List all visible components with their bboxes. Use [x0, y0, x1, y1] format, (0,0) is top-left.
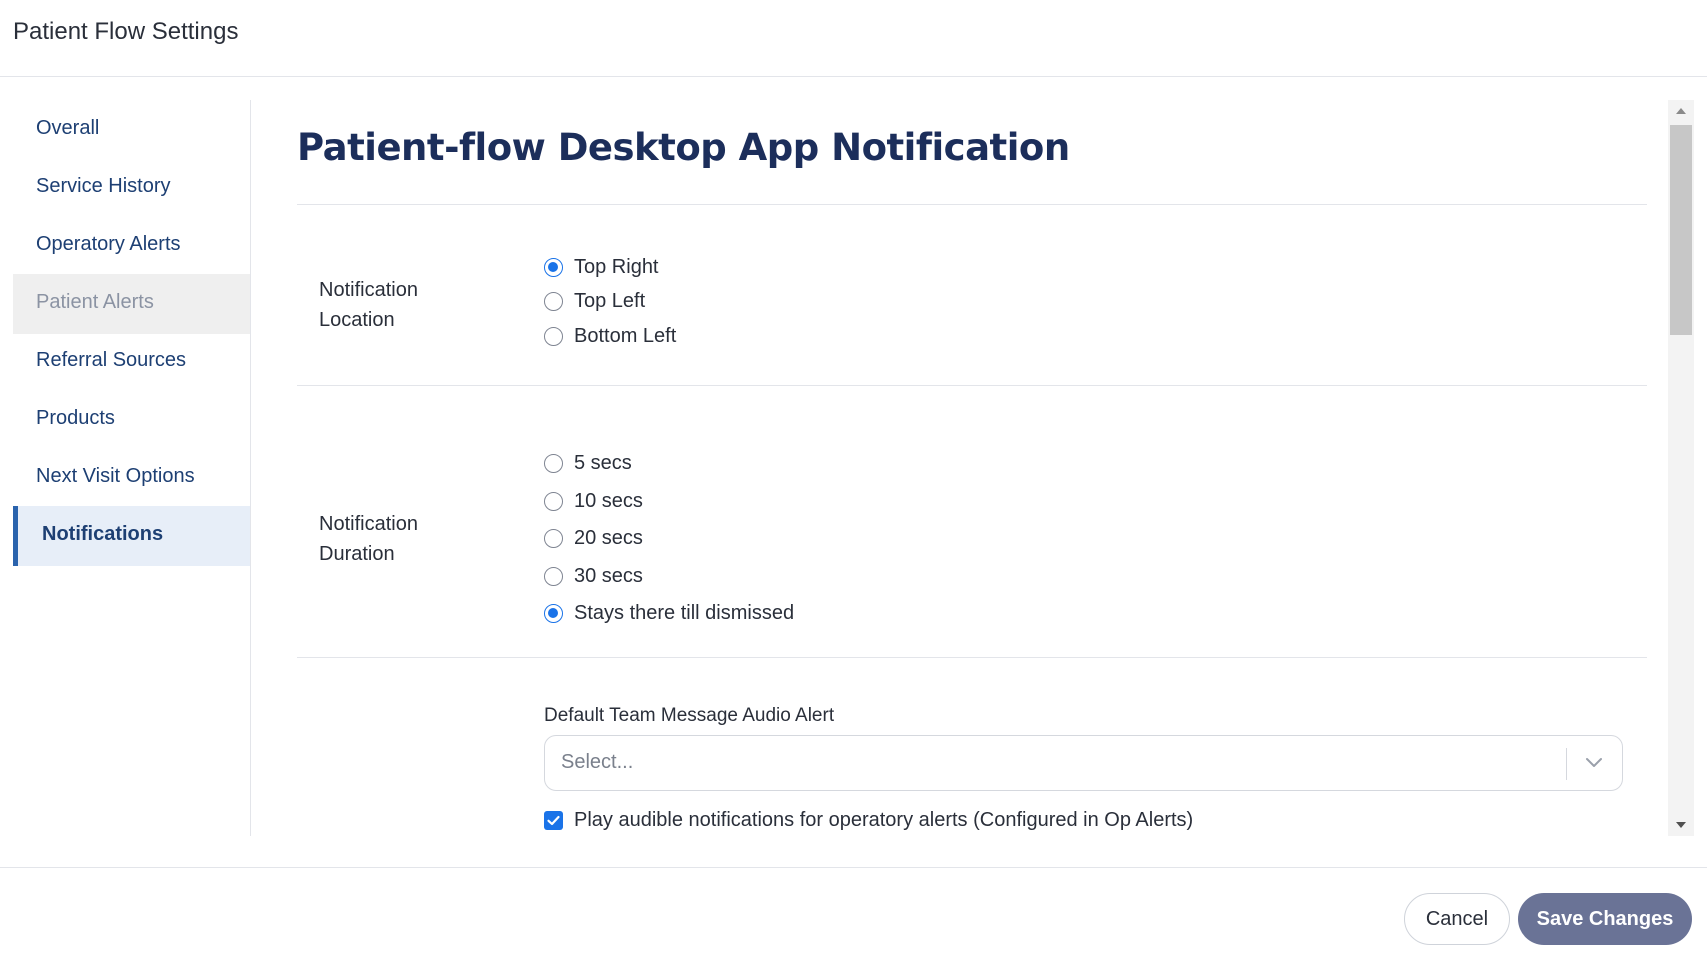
chevron-down-icon [1586, 758, 1602, 767]
section-heading: Patient-flow Desktop App Notification [297, 126, 1070, 169]
dialog-footer: Cancel Save Changes [0, 867, 1707, 954]
radio-checked-icon [544, 257, 563, 277]
save-changes-button[interactable]: Save Changes [1518, 893, 1692, 945]
audio-alert-select[interactable]: Select... [544, 735, 1623, 791]
sidebar-item-overall[interactable]: Overall [13, 100, 250, 160]
sidebar-item-patient-alerts: Patient Alerts [13, 274, 250, 334]
page-title: Patient Flow Settings [13, 18, 239, 45]
checkbox-checked-icon [544, 810, 563, 830]
duration-option-10-secs[interactable]: 10 secs [544, 486, 643, 516]
radio-unchecked-icon [544, 491, 563, 511]
sidebar-item-label: Next Visit Options [36, 465, 195, 487]
divider [297, 385, 1647, 386]
sidebar-item-notifications[interactable]: Notifications [13, 506, 250, 566]
audio-alert-label: Default Team Message Audio Alert [544, 705, 835, 726]
location-option-top-right[interactable]: Top Right [544, 252, 659, 282]
duration-option-20-secs[interactable]: 20 secs [544, 523, 643, 553]
duration-option-5-secs[interactable]: 5 secs [544, 448, 632, 478]
location-option-bottom-left[interactable]: Bottom Left [544, 321, 676, 351]
divider [297, 204, 1647, 205]
duration-option-30-secs[interactable]: 30 secs [544, 561, 643, 591]
radio-unchecked-icon [544, 326, 563, 346]
select-separator [1566, 748, 1567, 780]
scroll-up-arrow-icon[interactable] [1668, 100, 1694, 122]
scroll-down-arrow-icon[interactable] [1668, 814, 1694, 836]
radio-unchecked-icon [544, 453, 563, 473]
radio-unchecked-icon [544, 566, 563, 586]
location-option-top-left[interactable]: Top Left [544, 286, 645, 316]
cancel-button[interactable]: Cancel [1404, 893, 1510, 945]
notification-duration-label: Notification Duration [319, 513, 418, 565]
settings-content: Patient-flow Desktop App Notification No… [252, 100, 1668, 836]
sidebar-item-next-visit-options[interactable]: Next Visit Options [13, 448, 250, 508]
header-bar: Patient Flow Settings [0, 0, 1707, 77]
sidebar-item-label: Operatory Alerts [36, 233, 181, 255]
divider [297, 657, 1647, 658]
sidebar-item-service-history[interactable]: Service History [13, 158, 250, 218]
sidebar-item-referral-sources[interactable]: Referral Sources [13, 332, 250, 392]
sidebar-item-operatory-alerts[interactable]: Operatory Alerts [13, 216, 250, 276]
sidebar-item-label: Overall [36, 117, 100, 139]
sidebar-item-label: Service History [36, 175, 171, 197]
sidebar-item-products[interactable]: Products [13, 390, 250, 450]
select-placeholder: Select... [561, 751, 634, 773]
settings-sidebar: Overall Service History Operatory Alerts… [13, 100, 251, 836]
notification-location-label: Notification Location [319, 279, 418, 331]
content-scrollbar[interactable] [1668, 100, 1694, 836]
sidebar-item-label: Patient Alerts [36, 291, 154, 313]
sidebar-item-label: Products [36, 407, 115, 429]
op-alerts-audio-checkbox[interactable]: Play audible notifications for operatory… [544, 805, 1193, 835]
radio-unchecked-icon [544, 291, 563, 311]
sidebar-item-label: Notifications [42, 523, 164, 545]
scrollbar-thumb[interactable] [1670, 125, 1692, 335]
radio-checked-icon [544, 603, 563, 623]
radio-unchecked-icon [544, 528, 563, 548]
duration-option-till-dismissed[interactable]: Stays there till dismissed [544, 598, 794, 628]
sidebar-item-label: Referral Sources [36, 349, 187, 371]
